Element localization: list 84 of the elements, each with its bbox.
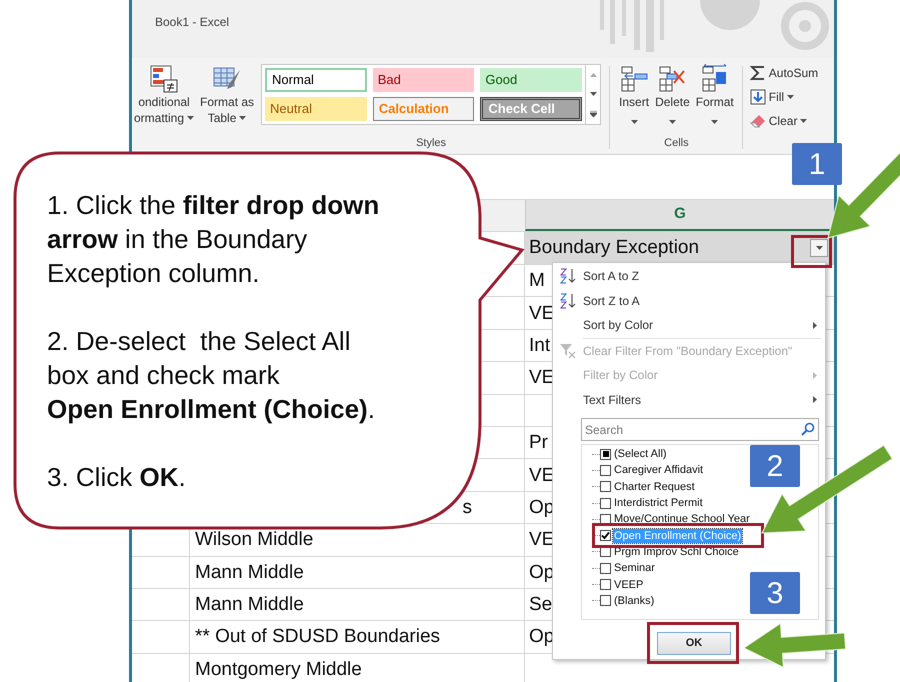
insert-button[interactable]: Insert [618,64,650,129]
gallery-scroll-buttons[interactable] [586,64,602,125]
ok-button[interactable]: OK [657,632,731,655]
checkbox[interactable] [600,498,611,509]
filter-value-item[interactable]: Caregiver Affidavit [613,463,704,478]
step-number-badge: 3 [750,572,800,614]
table-cell: s [462,498,472,517]
table-cell: Wilson Middle [195,530,314,550]
instruction-text: 2. De-select the Select All box and check mark Open Enrollment (Choice). [47,325,376,426]
eraser-icon [750,113,766,129]
menu-item[interactable]: Sort A to Z [553,264,825,288]
sort-ascending-icon [559,268,577,284]
table-cell: VE [529,466,554,485]
search-field[interactable]: Search [581,418,819,441]
fill-down-icon [750,89,766,105]
group-label: Cells [664,136,689,150]
group-label: Styles [416,136,446,150]
conditional-formatting-icon [149,64,180,94]
step-number-badge: 1 [792,143,842,185]
filter-value-item[interactable]: Seminar [613,561,656,576]
delete-cells-icon [657,64,688,94]
menu-item[interactable]: Text Filters [553,388,825,412]
checkbox[interactable] [600,448,611,460]
conditional-formatting-button[interactable]: onditional ormatting [133,64,196,126]
checkbox[interactable] [600,514,611,525]
delete-button[interactable]: Delete [654,64,691,129]
instruction-text: 3. Click OK. [47,461,187,494]
filter-value-item[interactable]: (Select All) [613,447,668,462]
filter-dropdown-button[interactable] [810,239,828,257]
header-cell: Boundary Exception [525,232,834,264]
filter-value-item[interactable]: (Blanks) [613,594,656,608]
table-cell: Se [529,595,552,614]
checkbox[interactable] [600,595,611,606]
insert-cells-icon [619,64,650,94]
sigma-icon [750,65,766,81]
step-number-badge: 2 [750,445,800,487]
sort-descending-icon [559,292,577,309]
table-cell: Mann Middle [195,562,304,582]
table-cell: VE [529,368,554,388]
table-cell: Int [529,336,550,355]
clear-filter-icon [559,342,577,359]
search-icon [801,422,815,436]
instruction-text: 1. Click the filter drop down arrow in the Boundary Exception column. [47,189,380,290]
table-cell: VE [529,304,554,323]
highlight-frame [791,235,832,268]
filter-value-item[interactable]: Move/Continue School Year [613,512,751,526]
table-cell: Montgomery Middle [195,660,362,679]
caret-icon [816,246,822,250]
caret-icon [668,120,676,124]
autosum-button[interactable]: AutoSum [750,64,818,82]
checkbox[interactable] [600,579,611,590]
caret-icon [800,119,808,123]
table-cell: VE [529,530,554,550]
cell-style-swatch[interactable]: Good [480,68,582,92]
caret-icon [187,116,194,120]
window-title: Book1 - Excel [155,14,230,31]
checkbox[interactable] [600,481,611,492]
caret-icon [239,116,246,120]
filter-value-item[interactable]: VEEP [613,578,644,592]
format-button[interactable]: Format [694,64,735,129]
cell-style-swatch[interactable]: Neutral [265,97,367,121]
table-cell: Pr [529,433,548,452]
filter-value-item[interactable]: Charter Request [613,480,696,494]
submenu-arrow-icon [813,396,817,404]
checkbox[interactable] [600,464,611,476]
caret-icon [787,95,794,99]
format-as-table-button[interactable]: Format as Table [199,64,256,126]
menu-item[interactable]: Sort by Color [553,313,825,338]
submenu-arrow-icon [813,372,817,379]
caret-icon [630,120,638,124]
caret-icon [711,120,718,124]
table-cell: ** Out of SDUSD Boundaries [195,627,440,646]
cell-style-swatch[interactable]: Normal [265,68,367,92]
checkbox[interactable] [600,530,611,542]
submenu-arrow-icon [813,322,817,329]
filter-value-item[interactable]: Interdistrict Permit [613,496,704,510]
cell-style-swatch[interactable]: Bad [372,68,474,92]
fill-button[interactable]: Fill [750,88,818,106]
column-header[interactable]: G [525,200,834,231]
table-cell: M [529,271,545,290]
menu-item[interactable]: Sort Z to A [553,288,825,313]
table-cell: Mann Middle [195,595,304,614]
checkbox[interactable] [600,562,611,574]
clear-button[interactable]: Clear [750,112,818,130]
